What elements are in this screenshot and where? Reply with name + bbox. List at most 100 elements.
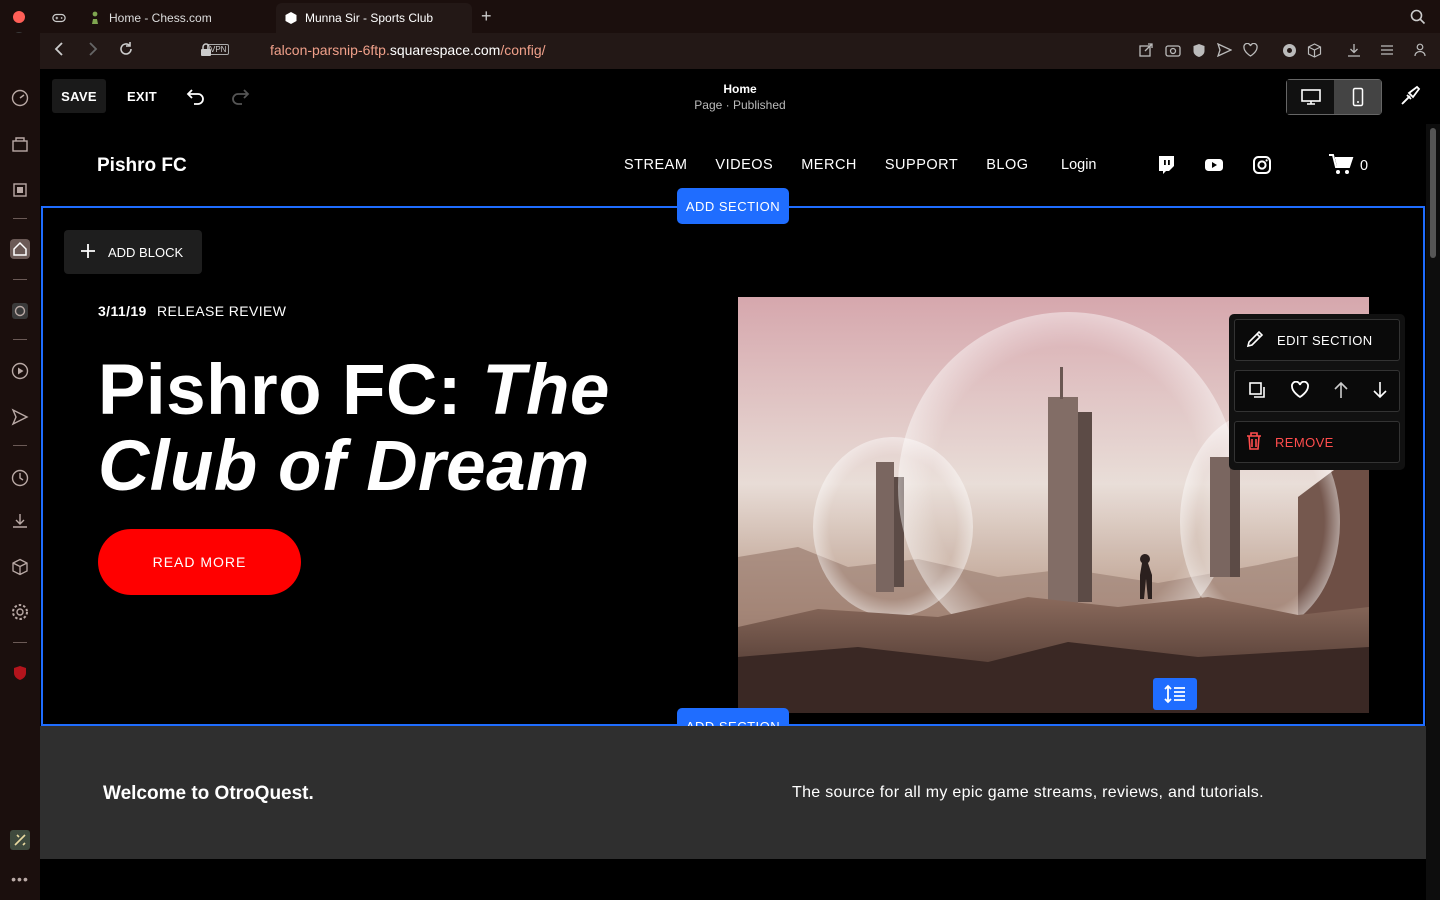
heart-icon[interactable] bbox=[1243, 42, 1258, 62]
camera-icon[interactable] bbox=[1165, 43, 1181, 62]
add-section-top-button[interactable]: ADD SECTION bbox=[677, 188, 789, 224]
history-clock-icon[interactable] bbox=[10, 468, 30, 488]
youtube-icon[interactable] bbox=[1204, 155, 1224, 175]
cube-icon[interactable] bbox=[10, 557, 30, 577]
save-button[interactable]: SAVE bbox=[52, 79, 106, 113]
read-more-button[interactable]: READ MORE bbox=[98, 529, 301, 595]
desktop-view-icon[interactable] bbox=[1287, 80, 1334, 114]
exit-button[interactable]: EXIT bbox=[120, 79, 164, 113]
url-domain: squarespace.com bbox=[389, 42, 501, 58]
section-spacing-button[interactable] bbox=[1153, 678, 1197, 710]
profile-icon[interactable] bbox=[1414, 43, 1426, 62]
site-nav: STREAM VIDEOS MERCH SUPPORT BLOG bbox=[624, 157, 1029, 173]
welcome-text: The source for all my epic game streams,… bbox=[792, 784, 1264, 801]
chip-icon[interactable] bbox=[10, 180, 30, 200]
cube-icon[interactable] bbox=[1307, 43, 1322, 63]
site-styles-brush-icon[interactable] bbox=[1398, 79, 1422, 113]
home-icon[interactable] bbox=[10, 239, 30, 259]
nav-videos[interactable]: VIDEOS bbox=[715, 157, 773, 173]
duplicate-icon[interactable] bbox=[1247, 380, 1267, 403]
search-tabs-icon[interactable] bbox=[1410, 9, 1426, 30]
post-meta: 3/11/19 RELEASE REVIEW bbox=[98, 303, 286, 319]
player-icon[interactable] bbox=[10, 361, 30, 381]
section-actions-menu: EDIT SECTION REMOVE bbox=[1229, 314, 1405, 470]
send-icon[interactable] bbox=[1216, 42, 1233, 62]
send-icon[interactable] bbox=[10, 407, 30, 427]
welcome-heading: Welcome to OtroQuest. bbox=[103, 783, 314, 804]
save-favorite-heart-icon[interactable] bbox=[1290, 380, 1310, 402]
page-scrollbar[interactable] bbox=[1426, 124, 1440, 900]
hero-title: Pishro FC: The Club of Dream bbox=[98, 353, 698, 505]
site-logo[interactable]: Pishro FC bbox=[97, 155, 187, 177]
workspace-icon[interactable] bbox=[10, 134, 30, 154]
pencil-icon bbox=[1245, 329, 1265, 352]
login-link[interactable]: Login bbox=[1061, 157, 1096, 173]
hero-section[interactable]: ADD BLOCK 3/11/19 RELEASE REVIEW Pishro … bbox=[41, 206, 1425, 726]
browser-sidebar: ••• bbox=[0, 33, 40, 900]
shield-icon[interactable] bbox=[1192, 43, 1206, 63]
twitch-icon[interactable] bbox=[1156, 155, 1176, 175]
cart-count: 0 bbox=[1360, 158, 1369, 174]
nav-blog[interactable]: BLOG bbox=[986, 157, 1028, 173]
openai-icon[interactable] bbox=[10, 301, 30, 321]
browser-tab-bar: Home - Chess.com Munna Sir - Sports Club… bbox=[0, 0, 1440, 66]
device-view-toggle bbox=[1286, 79, 1382, 115]
tab-label: Home - Chess.com bbox=[109, 11, 212, 25]
edit-section-button[interactable]: EDIT SECTION bbox=[1234, 319, 1400, 361]
sidebar-divider bbox=[13, 218, 27, 219]
section-actions-row bbox=[1234, 370, 1400, 412]
sidebar-divider bbox=[13, 445, 27, 446]
tab-chess[interactable]: Home - Chess.com bbox=[80, 3, 275, 33]
share-icon[interactable] bbox=[1139, 43, 1153, 62]
post-category: RELEASE REVIEW bbox=[157, 303, 287, 319]
trash-icon bbox=[1245, 431, 1263, 454]
address-bar: VPN falcon-parsnip-6ftp.squarespace.com/… bbox=[40, 33, 1440, 69]
download-icon[interactable] bbox=[10, 511, 30, 531]
edit-section-label: EDIT SECTION bbox=[1277, 332, 1373, 348]
move-down-arrow-icon[interactable] bbox=[1372, 381, 1388, 402]
sidebar-divider bbox=[13, 279, 27, 280]
settings-gear-icon[interactable] bbox=[10, 602, 30, 622]
squarespace-cube-icon bbox=[284, 11, 298, 25]
mobile-view-icon[interactable] bbox=[1334, 80, 1381, 114]
extension-puzzle-icon[interactable] bbox=[10, 830, 30, 850]
forward-arrow-icon[interactable] bbox=[88, 41, 98, 62]
instagram-icon[interactable] bbox=[1252, 155, 1272, 175]
welcome-section: Welcome to OtroQuest. The source for all… bbox=[40, 726, 1426, 859]
hero-title-italic-2: Club of Dream bbox=[98, 427, 590, 506]
page-name: Home bbox=[723, 82, 757, 96]
add-block-label: ADD BLOCK bbox=[108, 244, 184, 260]
speed-dial-icon[interactable] bbox=[10, 88, 30, 108]
tab-label: Munna Sir - Sports Club bbox=[305, 11, 434, 25]
url-path: /config/ bbox=[500, 42, 546, 58]
scrollbar-thumb[interactable] bbox=[1430, 128, 1436, 258]
move-up-arrow-icon[interactable] bbox=[1333, 381, 1349, 402]
post-date: 3/11/19 bbox=[98, 303, 147, 319]
add-block-button[interactable]: ADD BLOCK bbox=[64, 230, 202, 274]
cart-icon bbox=[1328, 153, 1354, 179]
sidebar-divider bbox=[13, 642, 27, 643]
nav-stream[interactable]: STREAM bbox=[624, 157, 687, 173]
redo-icon[interactable] bbox=[228, 79, 252, 113]
ublock-icon[interactable] bbox=[10, 663, 30, 683]
more-dots-icon[interactable]: ••• bbox=[10, 869, 30, 889]
menu-lines-icon[interactable] bbox=[1380, 43, 1394, 62]
reload-icon[interactable] bbox=[118, 41, 134, 62]
cart-button[interactable]: 0 bbox=[1328, 153, 1368, 179]
new-tab-button[interactable]: + bbox=[481, 6, 492, 27]
remove-section-button[interactable]: REMOVE bbox=[1234, 421, 1400, 463]
nav-merch[interactable]: MERCH bbox=[801, 157, 857, 173]
nav-support[interactable]: SUPPORT bbox=[885, 157, 958, 173]
plus-icon bbox=[80, 243, 96, 262]
download-icon[interactable] bbox=[1347, 43, 1361, 62]
url-field[interactable]: falcon-parsnip-6ftp.squarespace.com/conf… bbox=[270, 42, 546, 58]
remove-label: REMOVE bbox=[1275, 434, 1334, 450]
tab-gamepad[interactable] bbox=[44, 3, 78, 33]
extension-icon[interactable] bbox=[1282, 43, 1297, 63]
back-arrow-icon[interactable] bbox=[54, 41, 64, 62]
site-preview: Pishro FC STREAM VIDEOS MERCH SUPPORT BL… bbox=[40, 124, 1426, 900]
lock-icon[interactable] bbox=[200, 43, 212, 62]
undo-icon[interactable] bbox=[184, 79, 208, 113]
tab-squarespace[interactable]: Munna Sir - Sports Club bbox=[276, 3, 472, 33]
close-window-button[interactable] bbox=[13, 11, 25, 23]
